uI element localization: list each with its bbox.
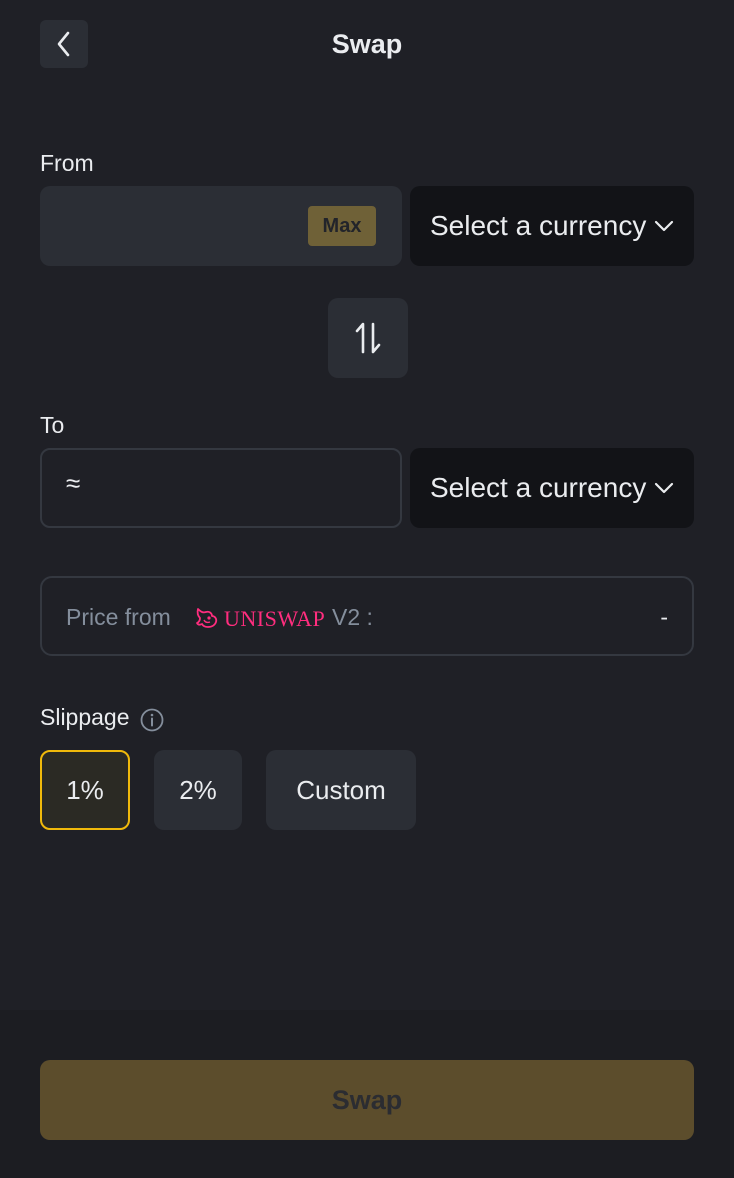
from-amount-box: Max <box>40 186 402 266</box>
slippage-label: Slippage <box>40 704 130 730</box>
price-box: Price from UNISWAP V2 : - <box>40 576 694 656</box>
chevron-down-icon <box>654 482 674 494</box>
approx-symbol: ≈ <box>66 468 81 498</box>
swap-vertical-arrows-icon <box>354 321 382 355</box>
from-label: From <box>40 150 94 176</box>
slippage-option-1-percent[interactable]: 1% <box>40 750 130 830</box>
price-version-label: V2 : <box>332 604 373 630</box>
uniswap-wordmark: UNISWAP <box>224 606 326 631</box>
from-amount-input[interactable] <box>64 206 318 248</box>
max-button[interactable]: Max <box>308 206 376 246</box>
swap-button[interactable]: Swap <box>40 1060 694 1140</box>
swap-direction-button[interactable] <box>328 298 408 378</box>
to-amount-box[interactable]: ≈ <box>40 448 402 528</box>
info-icon[interactable] <box>140 708 164 732</box>
to-label: To <box>40 412 65 438</box>
to-currency-select-label: Select a currency <box>430 472 647 503</box>
uniswap-unicorn-icon <box>194 606 220 635</box>
from-currency-select-label: Select a currency <box>430 210 647 241</box>
slippage-option-custom[interactable]: Custom <box>266 750 416 830</box>
price-from-label: Price from <box>66 604 171 630</box>
slippage-option-2-percent[interactable]: 2% <box>154 750 242 830</box>
page-title: Swap <box>331 29 403 59</box>
chevron-down-icon <box>654 220 674 232</box>
to-currency-select[interactable]: Select a currency <box>410 448 694 528</box>
from-currency-select[interactable]: Select a currency <box>410 186 694 266</box>
price-value: - <box>660 604 668 630</box>
